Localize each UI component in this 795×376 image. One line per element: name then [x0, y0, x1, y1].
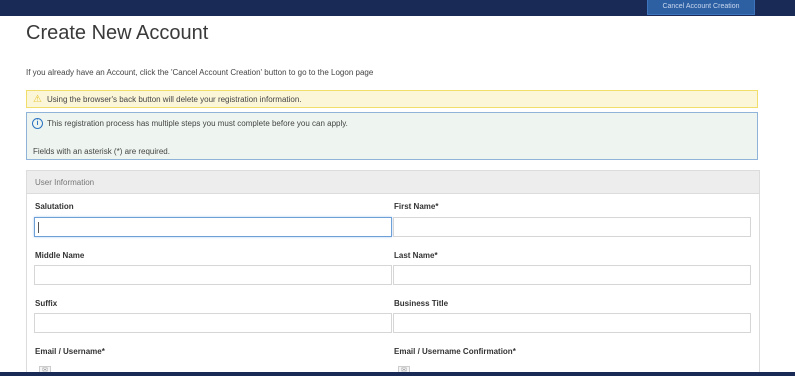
last-name-input[interactable]: [393, 265, 751, 285]
intro-text: If you already have an Account, click th…: [26, 68, 374, 77]
top-navbar: Cancel Account Creation: [0, 0, 795, 16]
middle-name-label: Middle Name: [35, 251, 85, 260]
suffix-input[interactable]: [34, 313, 392, 333]
info-alert: i This registration process has multiple…: [26, 112, 758, 160]
business-title-label: Business Title: [394, 299, 449, 308]
bottom-bar: [0, 372, 795, 376]
warning-icon: ⚠: [33, 94, 42, 105]
warning-text: Using the browser's back button will del…: [47, 95, 302, 104]
page-title: Create New Account: [26, 22, 209, 44]
salutation-input[interactable]: [34, 217, 392, 237]
first-name-label: First Name*: [394, 202, 439, 211]
text-caret: [38, 222, 39, 233]
warning-alert: ⚠ Using the browser's back button will d…: [26, 90, 758, 108]
cancel-account-creation-button[interactable]: Cancel Account Creation: [647, 0, 755, 15]
business-title-input[interactable]: [393, 313, 751, 333]
panel-header: User Information: [27, 171, 759, 194]
info-icon: i: [32, 118, 43, 129]
email-label: Email / Username*: [35, 347, 105, 356]
panel-title: User Information: [35, 178, 95, 187]
info-text: This registration process has multiple s…: [47, 119, 348, 128]
email-confirmation-label: Email / Username Confirmation*: [394, 347, 516, 356]
salutation-label: Salutation: [35, 202, 74, 211]
first-name-input[interactable]: [393, 217, 751, 237]
user-information-panel: User Information Salutation First Name* …: [26, 170, 760, 376]
middle-name-input[interactable]: [34, 265, 392, 285]
last-name-label: Last Name*: [394, 251, 438, 260]
suffix-label: Suffix: [35, 299, 58, 308]
required-fields-note: Fields with an asterisk (*) are required…: [33, 147, 170, 156]
